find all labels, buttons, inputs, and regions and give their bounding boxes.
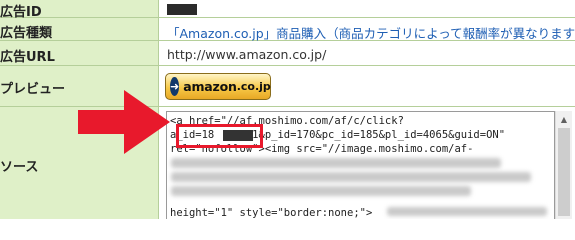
amazon-brand-text: amazon bbox=[183, 79, 237, 94]
ad-type-link[interactable]: 「Amazon.co.jp」商品購入（商品カテゴリによって報酬率が異なります） bbox=[167, 23, 575, 42]
row-divider bbox=[0, 65, 575, 66]
row-divider bbox=[0, 17, 575, 18]
code-scrollbar[interactable]: ▲ bbox=[555, 111, 572, 219]
ad-type-label: 広告種類 bbox=[0, 26, 53, 41]
blurred-code bbox=[387, 207, 547, 216]
ad-url-value: http://www.amazon.co.jp/ bbox=[167, 47, 327, 62]
blurred-code bbox=[171, 158, 501, 168]
scroll-up-arrow-icon[interactable]: ▲ bbox=[556, 111, 572, 127]
highlight-box bbox=[176, 124, 263, 148]
ad-id-label: 広告ID bbox=[0, 5, 42, 20]
ad-url-label: 広告URL bbox=[0, 50, 55, 65]
preview-label: プレビュー bbox=[0, 82, 66, 97]
code-line-8: height="1" style="border:none;"> bbox=[170, 207, 373, 219]
amazon-preview-button[interactable]: ➜ amazon .co.jp bbox=[165, 73, 271, 100]
scroll-thumb[interactable] bbox=[558, 128, 570, 216]
ad-detail-table: 広告ID 広告種類 広告URL プレビュー ソース 「Amazon.co.jp」… bbox=[0, 0, 575, 219]
blurred-code bbox=[171, 172, 531, 182]
amazon-tld-text: .co.jp bbox=[236, 80, 271, 93]
red-arrow-icon bbox=[78, 90, 170, 154]
source-label: ソース bbox=[0, 160, 39, 175]
blurred-code bbox=[171, 186, 471, 196]
ad-id-redacted-value bbox=[167, 4, 197, 15]
